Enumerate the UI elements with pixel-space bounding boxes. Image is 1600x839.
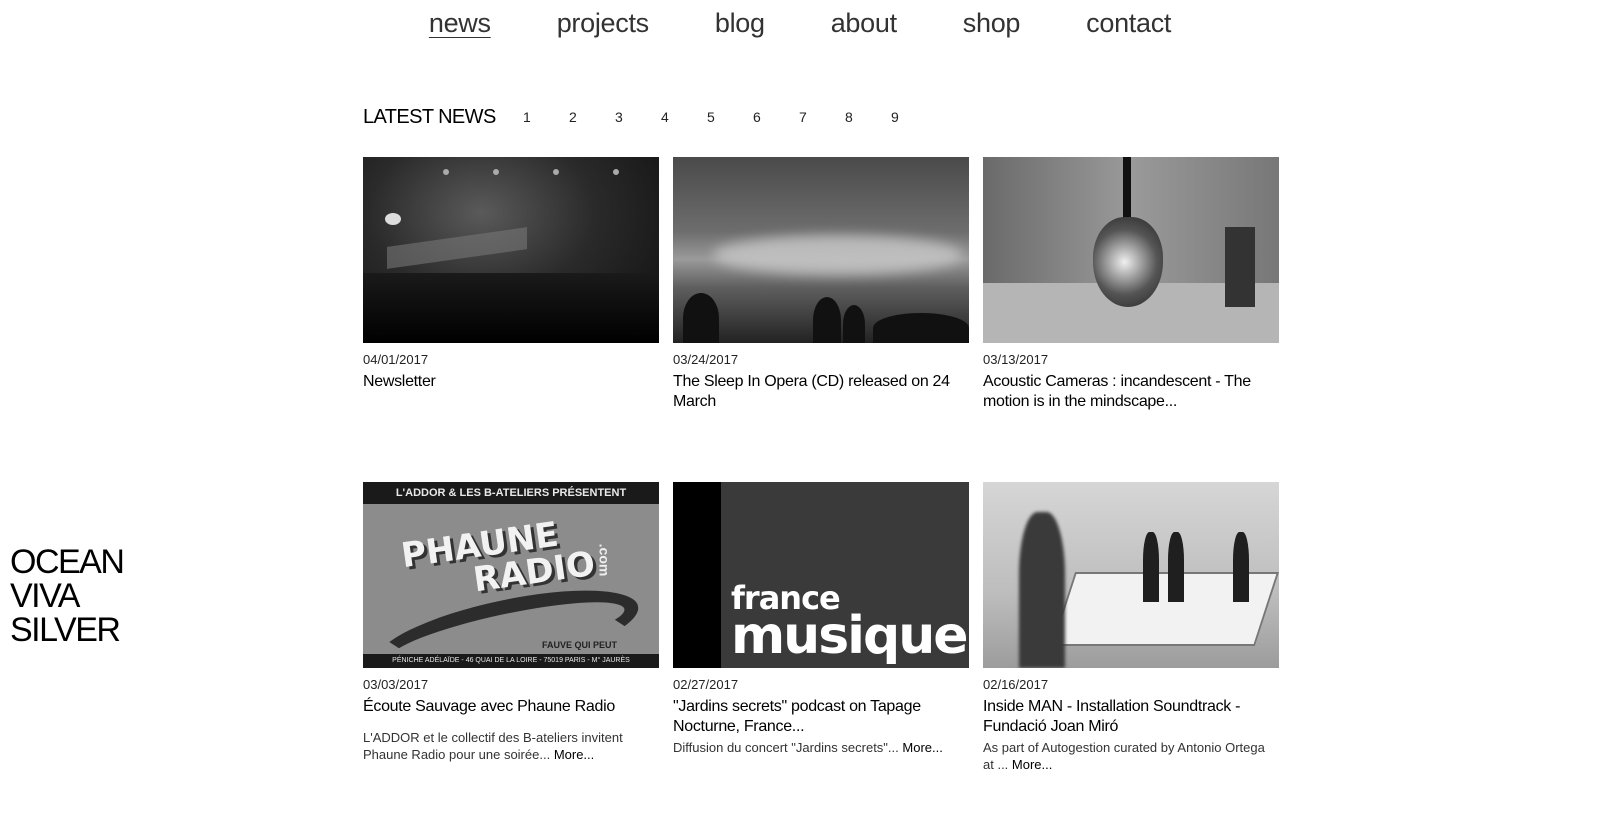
news-card: L'ADDOR & LES B-ATELIERS PRÉSENTENT PHAU… [363,482,659,763]
news-title-link[interactable]: Newsletter [363,372,659,392]
nav-blog[interactable]: blog [693,8,765,39]
news-date: 03/03/2017 [363,677,429,692]
nav-about[interactable]: about [809,8,897,39]
news-thumbnail[interactable] [983,482,1279,668]
news-title-link[interactable]: Écoute Sauvage avec Phaune Radio [363,697,659,717]
nav-projects[interactable]: projects [535,8,649,39]
pagination: 1 2 3 4 5 6 7 8 9 [523,109,937,125]
news-title-link[interactable]: Inside MAN - Installation Soundtrack - F… [983,697,1279,737]
page-link[interactable]: 2 [569,109,615,125]
news-title-link[interactable]: Acoustic Cameras : incandescent - The mo… [983,372,1279,412]
news-thumbnail[interactable] [673,157,969,343]
page-link[interactable]: 9 [891,109,937,125]
news-card: 02/16/2017 Inside MAN - Installation Sou… [983,482,1279,773]
news-date: 02/16/2017 [983,677,1049,692]
logo-line: OCEAN [10,543,125,581]
more-link[interactable]: More... [902,740,942,755]
site-logo[interactable]: OCEAN VIVA SILVER [10,543,125,649]
nav-news[interactable]: news [429,8,491,39]
page-link[interactable]: 6 [753,109,799,125]
page-link[interactable]: 3 [615,109,661,125]
page-link[interactable]: 7 [799,109,845,125]
news-date: 03/13/2017 [983,352,1049,367]
news-header: LATEST NEWS 1 2 3 4 5 6 7 8 9 [363,104,937,130]
news-thumbnail[interactable]: L'ADDOR & LES B-ATELIERS PRÉSENTENT PHAU… [363,482,659,668]
france-musique-logo: musique [731,606,968,666]
poster-header: L'ADDOR & LES B-ATELIERS PRÉSENTENT [363,482,659,504]
news-card: france musique 02/27/2017 "Jardins secre… [673,482,969,756]
top-nav: news projects blog about shop contact [0,8,1600,39]
news-date: 04/01/2017 [363,352,429,367]
news-card: 03/24/2017 The Sleep In Opera (CD) relea… [673,157,969,412]
news-card: 04/01/2017 Newsletter [363,157,659,392]
poster-com: .com [596,543,613,577]
section-title: LATEST NEWS [363,105,496,128]
logo-line: VIVA [10,577,80,615]
page-link[interactable]: 8 [845,109,891,125]
news-excerpt: As part of Autogestion curated by Antoni… [983,739,1279,773]
more-link[interactable]: More... [1012,757,1052,772]
poster-tagline: FAUVE QUI PEUT [541,640,617,650]
news-date: 03/24/2017 [673,352,739,367]
nav-shop[interactable]: shop [941,8,1021,39]
news-date: 02/27/2017 [673,677,739,692]
excerpt-text: Diffusion du concert "Jardins secrets"..… [673,740,899,755]
page-link[interactable]: 5 [707,109,753,125]
news-thumbnail[interactable]: france musique [673,482,969,668]
news-title-link[interactable]: "Jardins secrets" podcast on Tapage Noct… [673,697,969,737]
news-card: 03/13/2017 Acoustic Cameras : incandesce… [983,157,1279,412]
page-link[interactable]: 1 [523,109,569,125]
news-excerpt: L'ADDOR et le collectif des B-ateliers i… [363,729,659,763]
logo-line: SILVER [10,611,121,649]
poster-footer: PÉNICHE ADÉLAÏDE - 46 QUAI DE LA LOIRE -… [363,654,659,668]
more-link[interactable]: More... [554,747,594,762]
news-excerpt: Diffusion du concert "Jardins secrets"..… [673,739,969,756]
news-thumbnail[interactable] [983,157,1279,343]
page-link[interactable]: 4 [661,109,707,125]
news-title-link[interactable]: The Sleep In Opera (CD) released on 24 M… [673,372,969,412]
news-thumbnail[interactable] [363,157,659,343]
nav-contact[interactable]: contact [1064,8,1171,39]
